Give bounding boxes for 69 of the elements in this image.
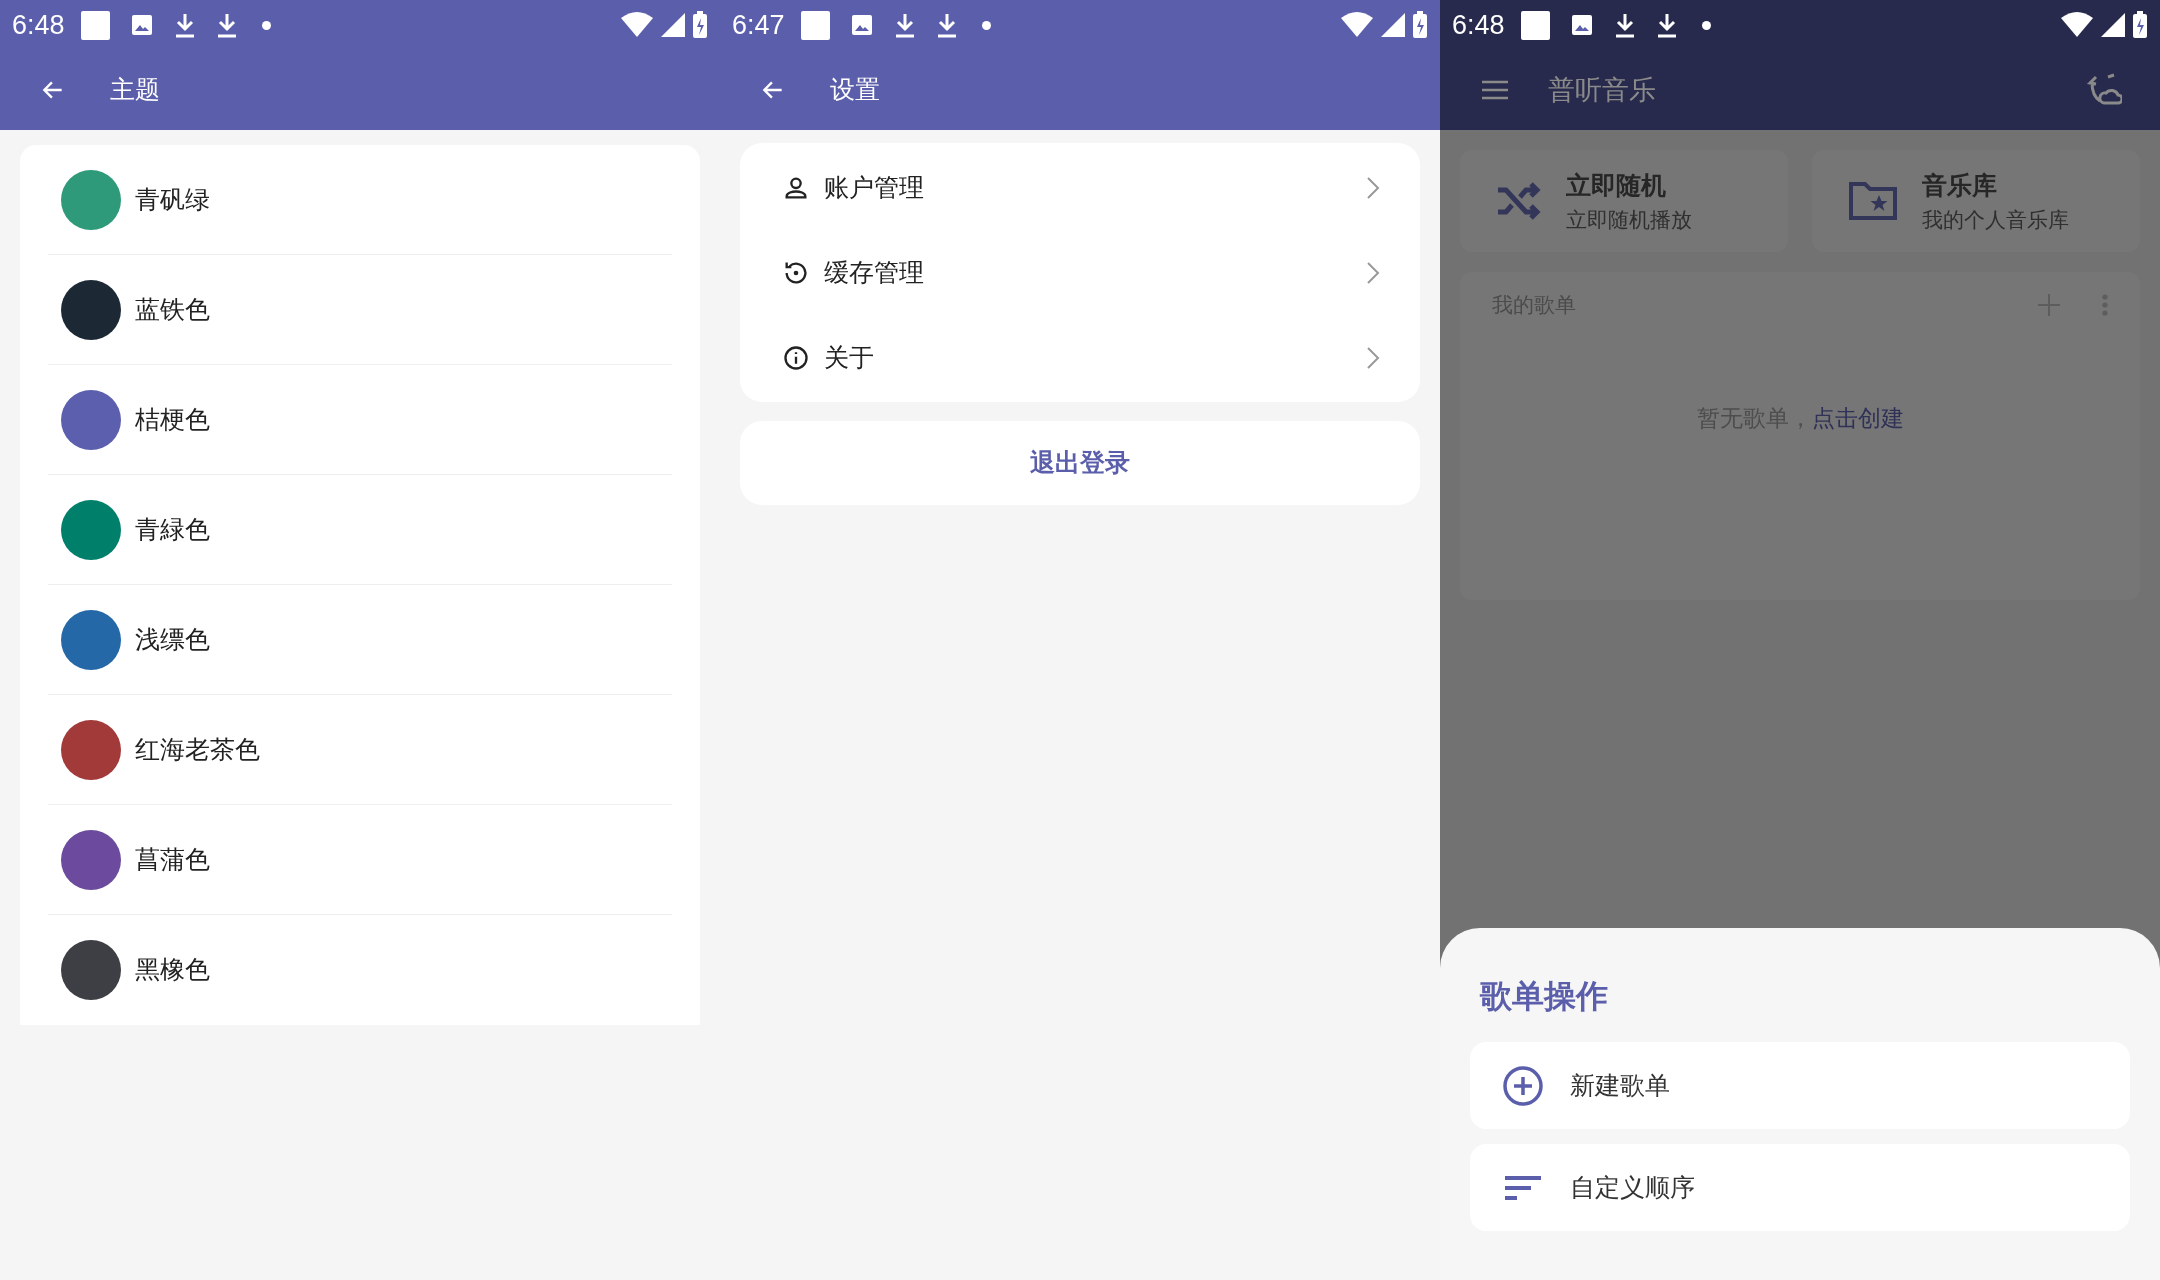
download-icon xyxy=(1613,12,1636,38)
theme-item[interactable]: 桔梗色 xyxy=(48,365,672,475)
chevron-right-icon xyxy=(1366,175,1380,200)
menu-icon[interactable] xyxy=(1482,80,1508,100)
theme-item[interactable]: 红海老茶色 xyxy=(48,695,672,805)
notification-square-icon xyxy=(800,10,830,40)
theme-item[interactable]: 青緑色 xyxy=(48,475,672,585)
info-icon xyxy=(782,343,810,372)
add-circle-icon xyxy=(1502,1064,1544,1107)
status-time: 6:47 xyxy=(732,8,785,42)
star-folder-icon xyxy=(1848,181,1898,221)
settings-item[interactable]: 关于 xyxy=(740,315,1420,400)
action-label: 新建歌单 xyxy=(1570,1069,1670,1101)
download-icon xyxy=(893,12,916,38)
notification-square-icon xyxy=(1520,10,1550,40)
theme-name: 蓝铁色 xyxy=(135,293,210,325)
chevron-right-icon xyxy=(1366,345,1380,370)
theme-item[interactable]: 黑橡色 xyxy=(48,915,672,1025)
image-icon xyxy=(1569,13,1594,37)
sheet-action[interactable]: 自定义顺序 xyxy=(1470,1144,2130,1231)
theme-name: 桔梗色 xyxy=(135,403,210,435)
theme-name: 浅缥色 xyxy=(135,623,210,655)
sheet-title: 歌单操作 xyxy=(1480,977,1609,1016)
logout-button[interactable]: 退出登录 xyxy=(740,421,1420,505)
card-title: 立即随机 xyxy=(1566,169,1667,201)
sort-icon xyxy=(1504,1174,1542,1201)
theme-name: 菖蒲色 xyxy=(135,843,210,875)
settings-label: 关于 xyxy=(824,341,874,373)
signal-icon xyxy=(1380,12,1406,38)
chevron-right-icon xyxy=(1366,260,1380,285)
theme-name: 青緑色 xyxy=(135,513,210,545)
theme-name: 青矾绿 xyxy=(135,183,210,215)
download-icon xyxy=(1655,12,1678,38)
image-icon xyxy=(129,13,154,37)
image-icon xyxy=(849,13,874,37)
signal-icon xyxy=(660,12,686,38)
theme-item[interactable]: 浅缥色 xyxy=(48,585,672,695)
card-title: 音乐库 xyxy=(1922,169,1998,201)
download-icon xyxy=(215,12,238,38)
download-icon xyxy=(935,12,958,38)
theme-name: 红海老茶色 xyxy=(135,733,260,765)
notification-square-icon xyxy=(80,10,110,40)
theme-item[interactable]: 青矾绿 xyxy=(48,145,672,255)
wifi-icon xyxy=(620,12,654,38)
settings-item[interactable]: 缓存管理 xyxy=(740,230,1420,315)
battery-icon xyxy=(2132,11,2148,39)
theme-name: 黑橡色 xyxy=(135,954,210,986)
theme-item[interactable]: 蓝铁色 xyxy=(48,255,672,365)
app-bar-title: 普听音乐 xyxy=(1548,73,1656,107)
signal-icon xyxy=(2100,12,2126,38)
download-icon xyxy=(173,12,196,38)
settings-label: 缓存管理 xyxy=(824,256,924,288)
app-bar-title: 设置 xyxy=(830,74,880,106)
card-subtitle: 我的个人音乐库 xyxy=(1922,207,2069,233)
settings-item[interactable]: 账户管理 xyxy=(740,145,1420,230)
wifi-icon xyxy=(2060,12,2094,38)
status-time: 6:48 xyxy=(12,8,65,42)
sheet-action[interactable]: 新建歌单 xyxy=(1470,1042,2130,1129)
action-label: 自定义顺序 xyxy=(1570,1171,1695,1203)
wifi-icon xyxy=(1340,12,1374,38)
battery-icon xyxy=(692,11,708,39)
shuffle-icon xyxy=(1496,182,1542,220)
cloud-sync-icon[interactable] xyxy=(2086,73,2122,107)
theme-item[interactable]: 菖蒲色 xyxy=(48,805,672,915)
battery-icon xyxy=(1412,11,1428,39)
app-bar-title: 主题 xyxy=(110,74,160,106)
settings-label: 账户管理 xyxy=(824,171,924,203)
status-time: 6:48 xyxy=(1452,8,1505,42)
card-subtitle: 立即随机播放 xyxy=(1566,207,1692,233)
